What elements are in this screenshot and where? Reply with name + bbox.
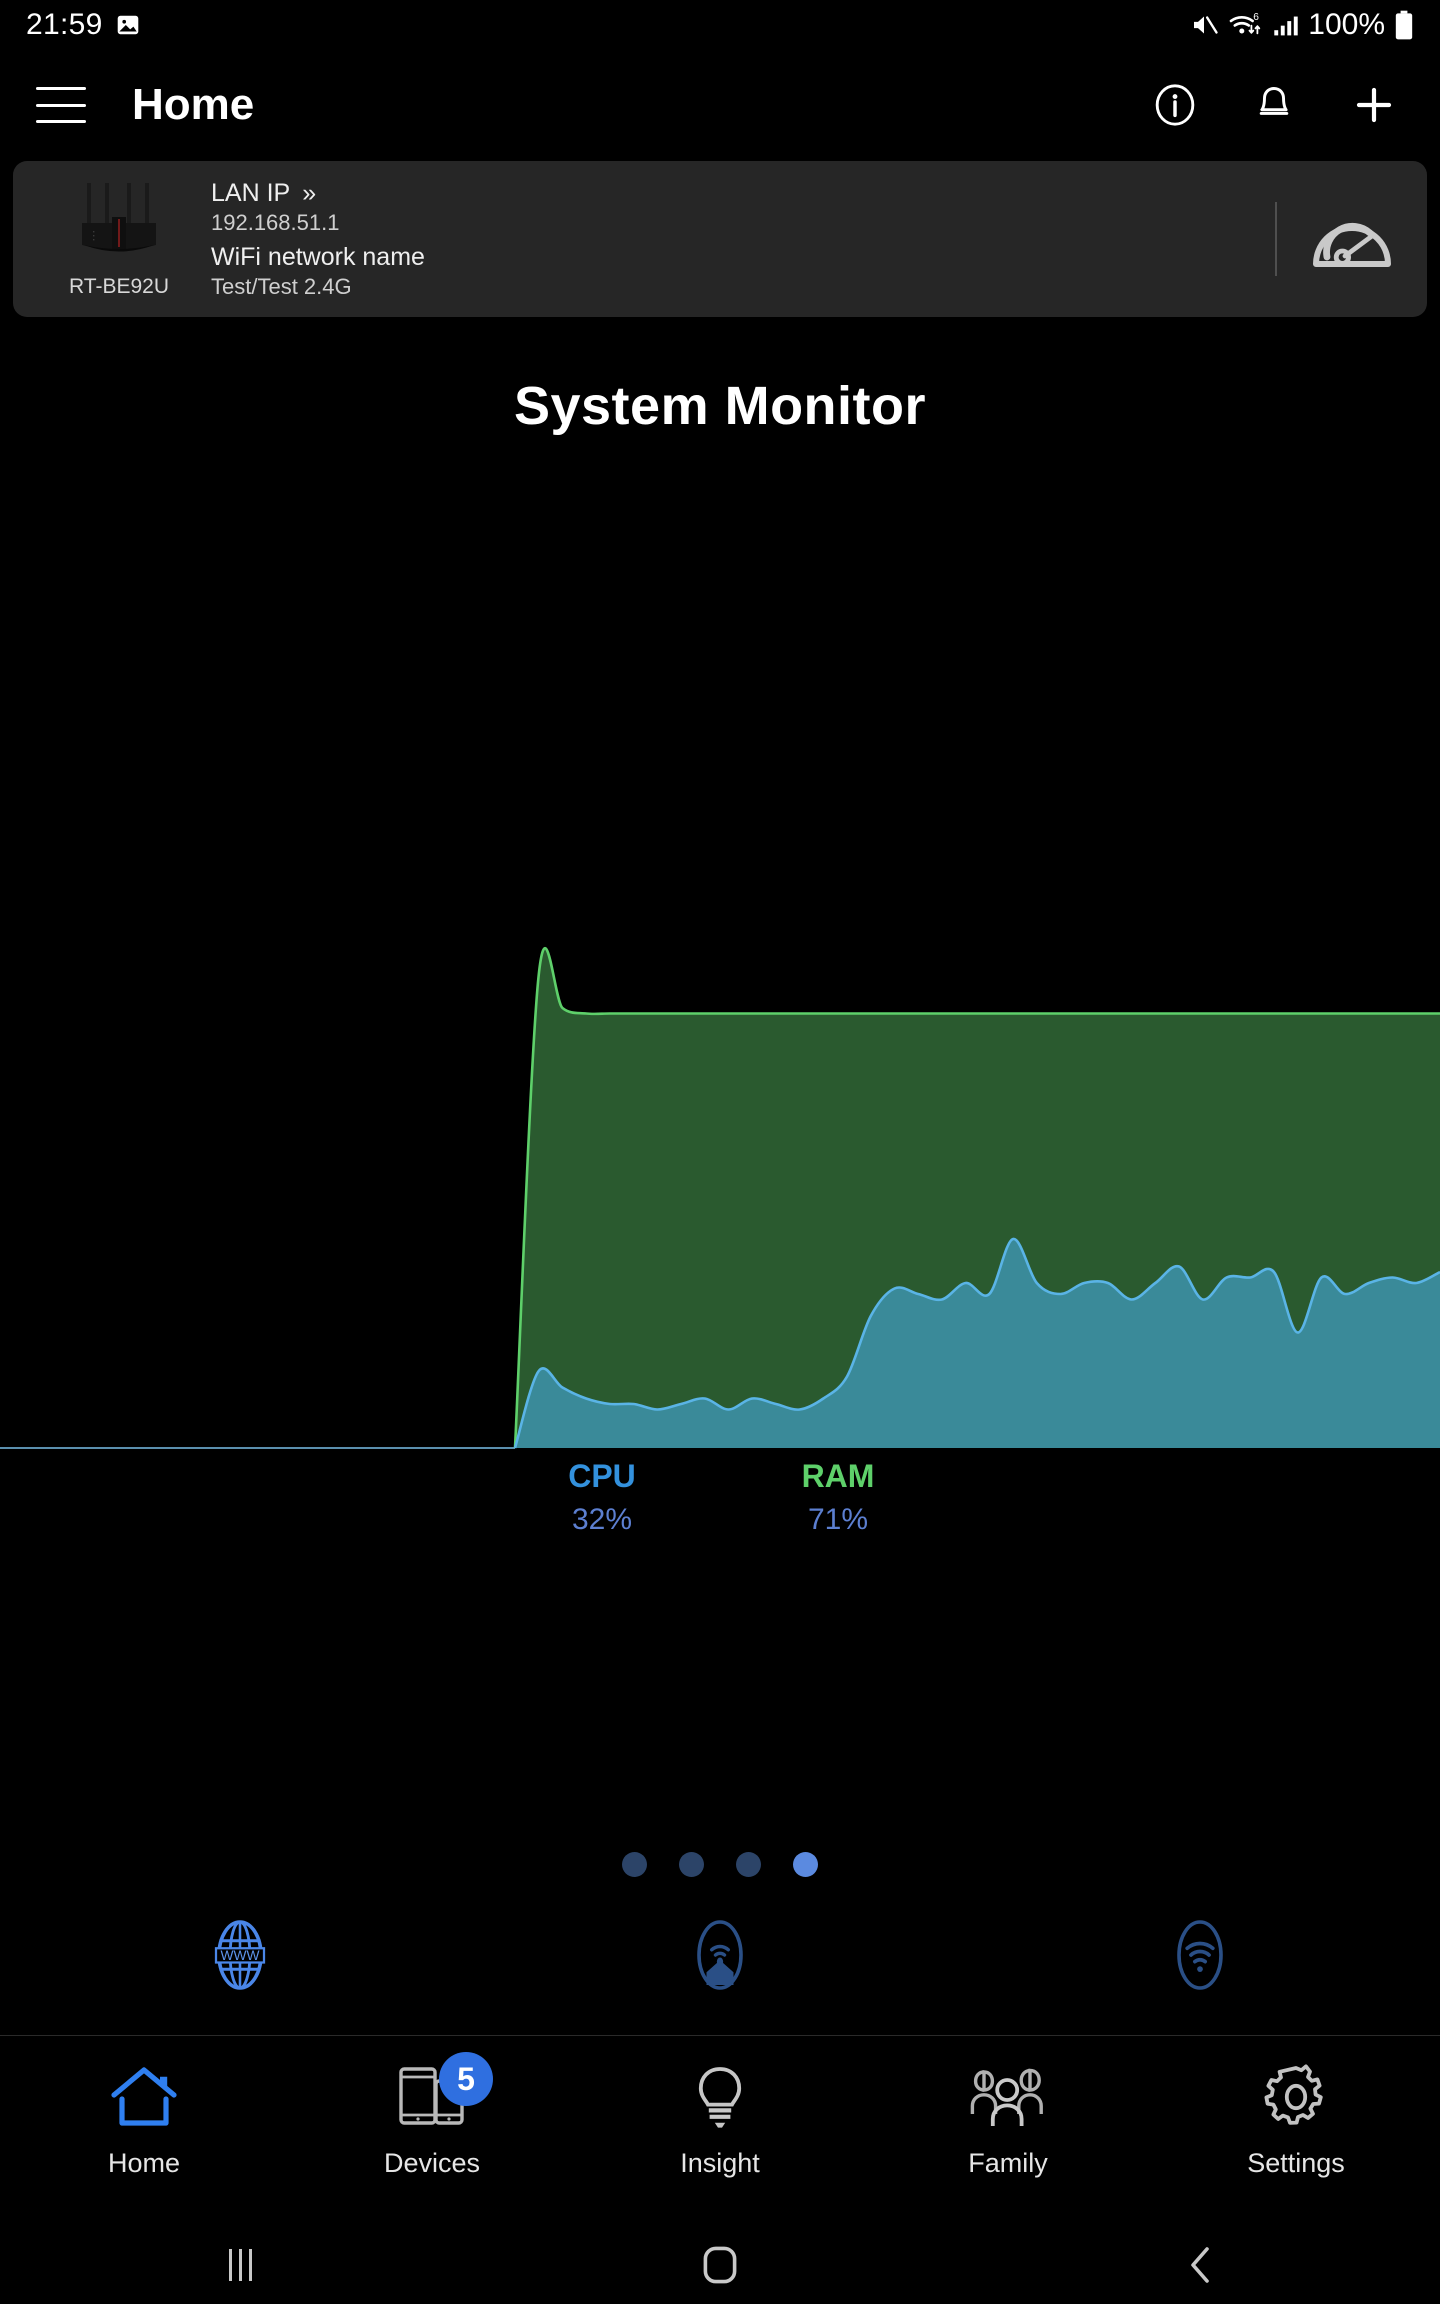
nav-label-family: Family xyxy=(968,2148,1048,2178)
status-bar: 21:59 6 100% xyxy=(0,0,1440,50)
nav-item-insight[interactable]: Insight xyxy=(576,2036,864,2179)
page-indicator-dots[interactable] xyxy=(0,1852,1440,1877)
chart-svg xyxy=(0,947,1440,1449)
quick-status-icons: WWW xyxy=(0,1900,1440,2010)
android-back-button[interactable] xyxy=(960,2245,1440,2285)
lan-ip-row[interactable]: LAN IP » xyxy=(211,179,425,208)
page-dot-2[interactable] xyxy=(679,1852,704,1877)
devices-icon-wrap: 5 xyxy=(397,2052,493,2136)
recent-apps-button[interactable] xyxy=(0,2249,480,2281)
settings-icon-wrap xyxy=(1262,2058,1330,2136)
chart-legend: CPU 32% RAM 71% xyxy=(0,1455,1440,1542)
home-network-button[interactable] xyxy=(480,1919,960,1991)
android-back-icon xyxy=(1191,2247,1209,2283)
add-plus-icon[interactable] xyxy=(1350,81,1398,129)
speedometer-icon xyxy=(1313,222,1391,267)
nav-label-devices: Devices xyxy=(383,2148,481,2178)
gear-icon xyxy=(1264,2064,1323,2125)
notification-bell-icon[interactable] xyxy=(1252,82,1296,128)
legend-item-ram: RAM 71% xyxy=(778,1455,898,1542)
status-bar-right: 6 100% xyxy=(1189,8,1414,42)
legend-ram-value: 71% xyxy=(807,1503,869,1537)
bottom-navigation: Home 5 Devices Insight Family Settings xyxy=(0,2035,1440,2225)
page-title: Home xyxy=(132,80,255,129)
app-header: Home xyxy=(0,50,1440,160)
page-dot-4[interactable] xyxy=(793,1852,818,1877)
recent-apps-icon xyxy=(228,2249,252,2281)
internet-status-button[interactable]: WWW xyxy=(0,1919,480,1991)
info-icon[interactable] xyxy=(1152,82,1198,128)
speedtest-button[interactable] xyxy=(1277,206,1427,272)
nav-item-devices[interactable]: 5 Devices xyxy=(288,2036,576,2179)
page-dot-1[interactable] xyxy=(622,1852,647,1877)
devices-count-badge: 5 xyxy=(439,2052,493,2106)
card-right-section xyxy=(1275,161,1427,317)
page-dot-3[interactable] xyxy=(736,1852,761,1877)
chevron-double-right-icon[interactable]: » xyxy=(302,180,316,206)
wifi-network-value: Test/Test 2.4G xyxy=(211,273,352,299)
nav-item-settings[interactable]: Settings xyxy=(1152,2036,1440,2179)
internet-www-icon: WWW xyxy=(214,1920,266,1990)
system-monitor-title: System Monitor xyxy=(513,376,927,436)
family-icon xyxy=(970,2068,1043,2126)
svg-text:WWW: WWW xyxy=(220,1948,259,1963)
router-summary-card[interactable]: RT-BE92U LAN IP » 192.168.51.1 WiFi netw… xyxy=(13,161,1427,317)
home-icon-wrap xyxy=(108,2058,180,2136)
mute-icon xyxy=(1194,16,1218,34)
android-system-nav xyxy=(0,2226,1440,2304)
nav-label-settings: Settings xyxy=(1247,2148,1345,2178)
system-monitor-chart xyxy=(0,880,1440,1450)
android-home-button[interactable] xyxy=(480,2246,960,2284)
router-image-icon xyxy=(82,183,156,252)
lan-ip-value: 192.168.51.1 xyxy=(211,209,340,235)
wifi-signal-icon xyxy=(1177,1920,1223,1990)
legend-cpu-name: CPU xyxy=(568,1458,636,1494)
header-actions xyxy=(1152,81,1398,129)
legend-ram-name: RAM xyxy=(801,1458,875,1494)
family-icon-wrap xyxy=(970,2058,1046,2136)
insight-icon-wrap xyxy=(688,2058,752,2136)
android-home-icon xyxy=(703,2246,737,2284)
battery-icon xyxy=(1395,10,1413,40)
home-icon xyxy=(111,2067,177,2126)
app-root: 21:59 6 100% Home RT-BE92U LAN IP » 192.… xyxy=(0,0,1440,2304)
wifi-network-label: WiFi network name xyxy=(211,242,425,271)
battery-percent: 100% xyxy=(1308,8,1385,41)
nav-item-family[interactable]: Family xyxy=(864,2036,1152,2179)
router-info: LAN IP » 192.168.51.1 WiFi network name … xyxy=(211,179,425,300)
hamburger-menu-icon[interactable] xyxy=(36,87,86,123)
wifi6-icon: 6 xyxy=(1229,12,1261,35)
status-time: 21:59 xyxy=(26,8,103,41)
nav-label-home: Home xyxy=(107,2148,181,2178)
wifi-status-button[interactable] xyxy=(960,1919,1440,1991)
lightbulb-icon xyxy=(698,2067,742,2128)
lan-ip-label: LAN IP xyxy=(211,178,291,207)
router-model-label: RT-BE92U xyxy=(69,275,169,298)
router-thumbnail: RT-BE92U xyxy=(39,179,199,299)
signal-bars-icon xyxy=(1274,16,1298,36)
status-bar-left: 21:59 xyxy=(26,8,141,42)
home-network-icon xyxy=(697,1920,743,1990)
nav-item-home[interactable]: Home xyxy=(0,2036,288,2179)
svg-text:6: 6 xyxy=(1253,12,1259,23)
nav-label-insight: Insight xyxy=(680,2148,760,2178)
legend-item-cpu: CPU 32% xyxy=(542,1455,662,1542)
legend-cpu-value: 32% xyxy=(571,1503,633,1537)
image-icon xyxy=(117,15,138,35)
